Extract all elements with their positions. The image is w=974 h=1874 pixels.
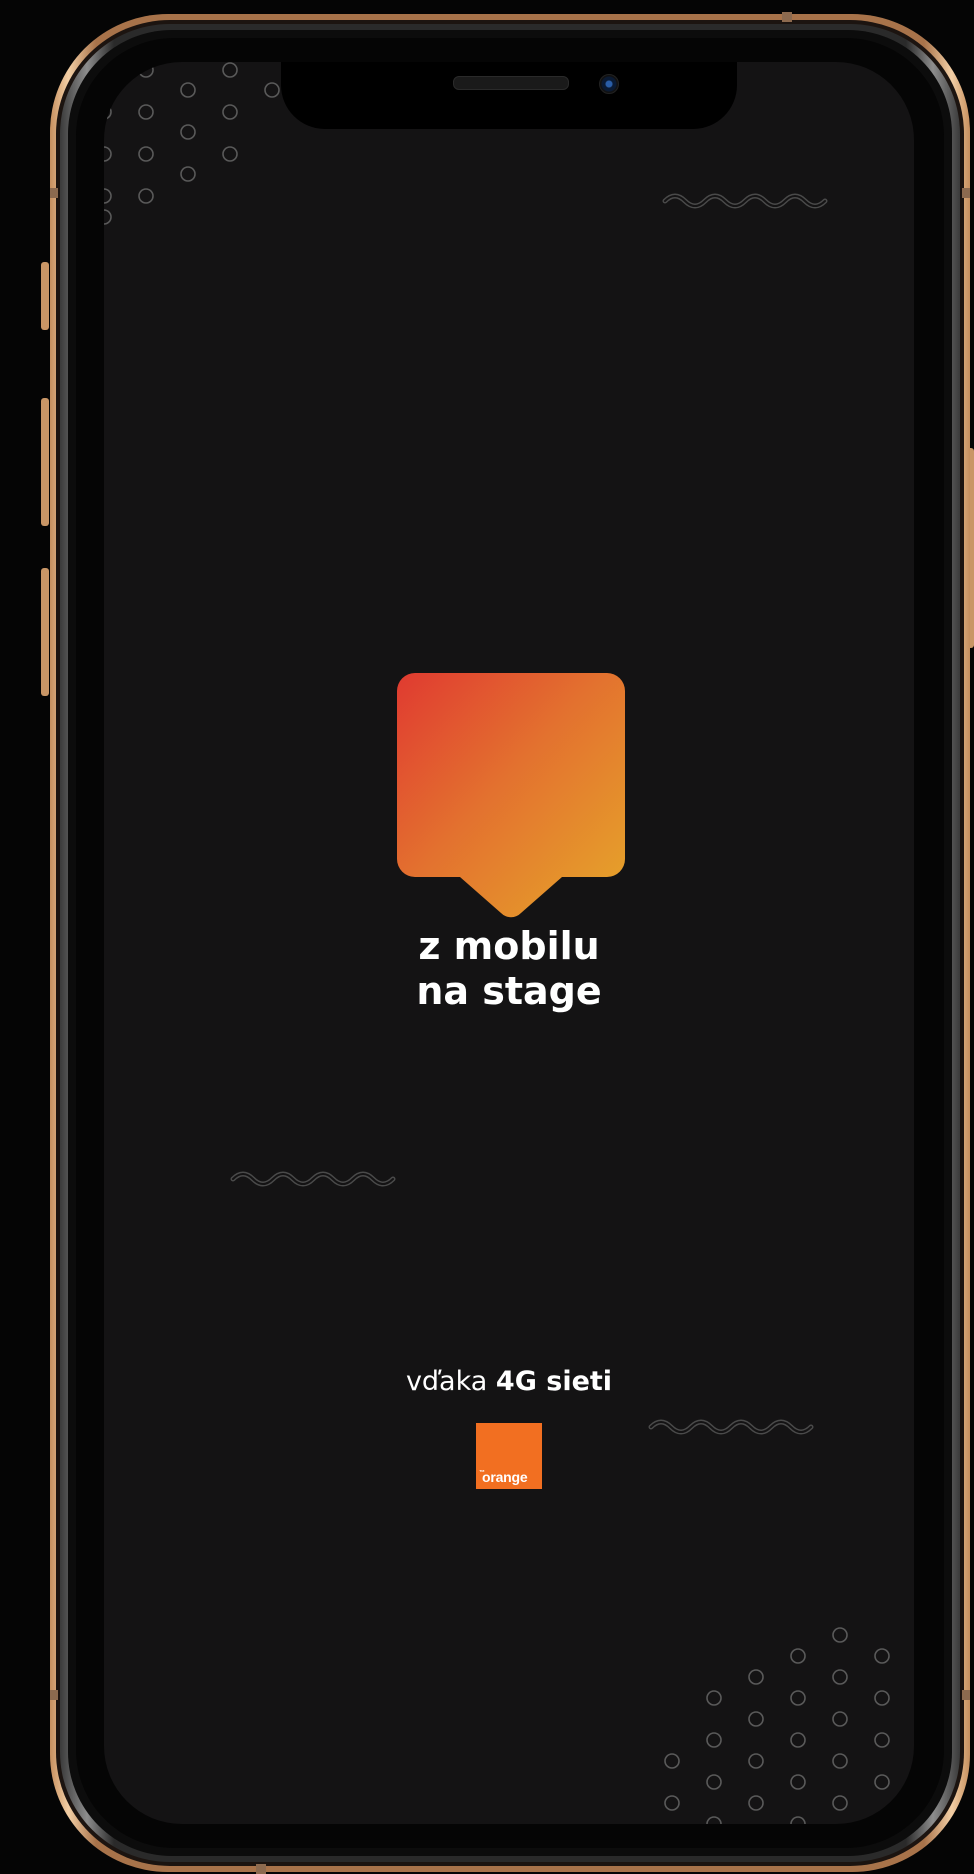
- tagline-network: 4G sieti: [495, 1366, 613, 1397]
- orange-logo-icon: orange ™: [476, 1423, 542, 1489]
- mute-switch[interactable]: [41, 262, 49, 330]
- tagline-prefix: vďaka: [405, 1366, 488, 1397]
- headline-line-1: z mobilu: [418, 924, 600, 968]
- orange-logo-text: orange ™: [479, 1469, 528, 1485]
- decor-wave-top-right: [662, 193, 828, 209]
- volume-down-button[interactable]: [41, 568, 49, 696]
- app-headline: z mobilu na stage: [254, 924, 764, 1014]
- device-mockup: z mobilu na stage vďaka 4G sieti orange ™: [0, 0, 974, 1874]
- notch: [281, 62, 737, 129]
- decor-wave-middle-left: [230, 1171, 396, 1187]
- earpiece-speaker: [453, 76, 569, 90]
- app-screen: z mobilu na stage vďaka 4G sieti orange ™: [104, 62, 914, 1824]
- volume-up-button[interactable]: [41, 398, 49, 526]
- decor-wave-bottom-right: [648, 1419, 814, 1435]
- decor-dots-top-left: [104, 62, 280, 225]
- network-tagline: vďaka 4G sieti: [254, 1365, 764, 1399]
- headline-line-2: na stage: [416, 969, 602, 1013]
- decor-dots-bottom-right: [664, 1627, 890, 1824]
- speech-bubble-logo-icon: [397, 673, 625, 918]
- front-camera: [599, 74, 619, 94]
